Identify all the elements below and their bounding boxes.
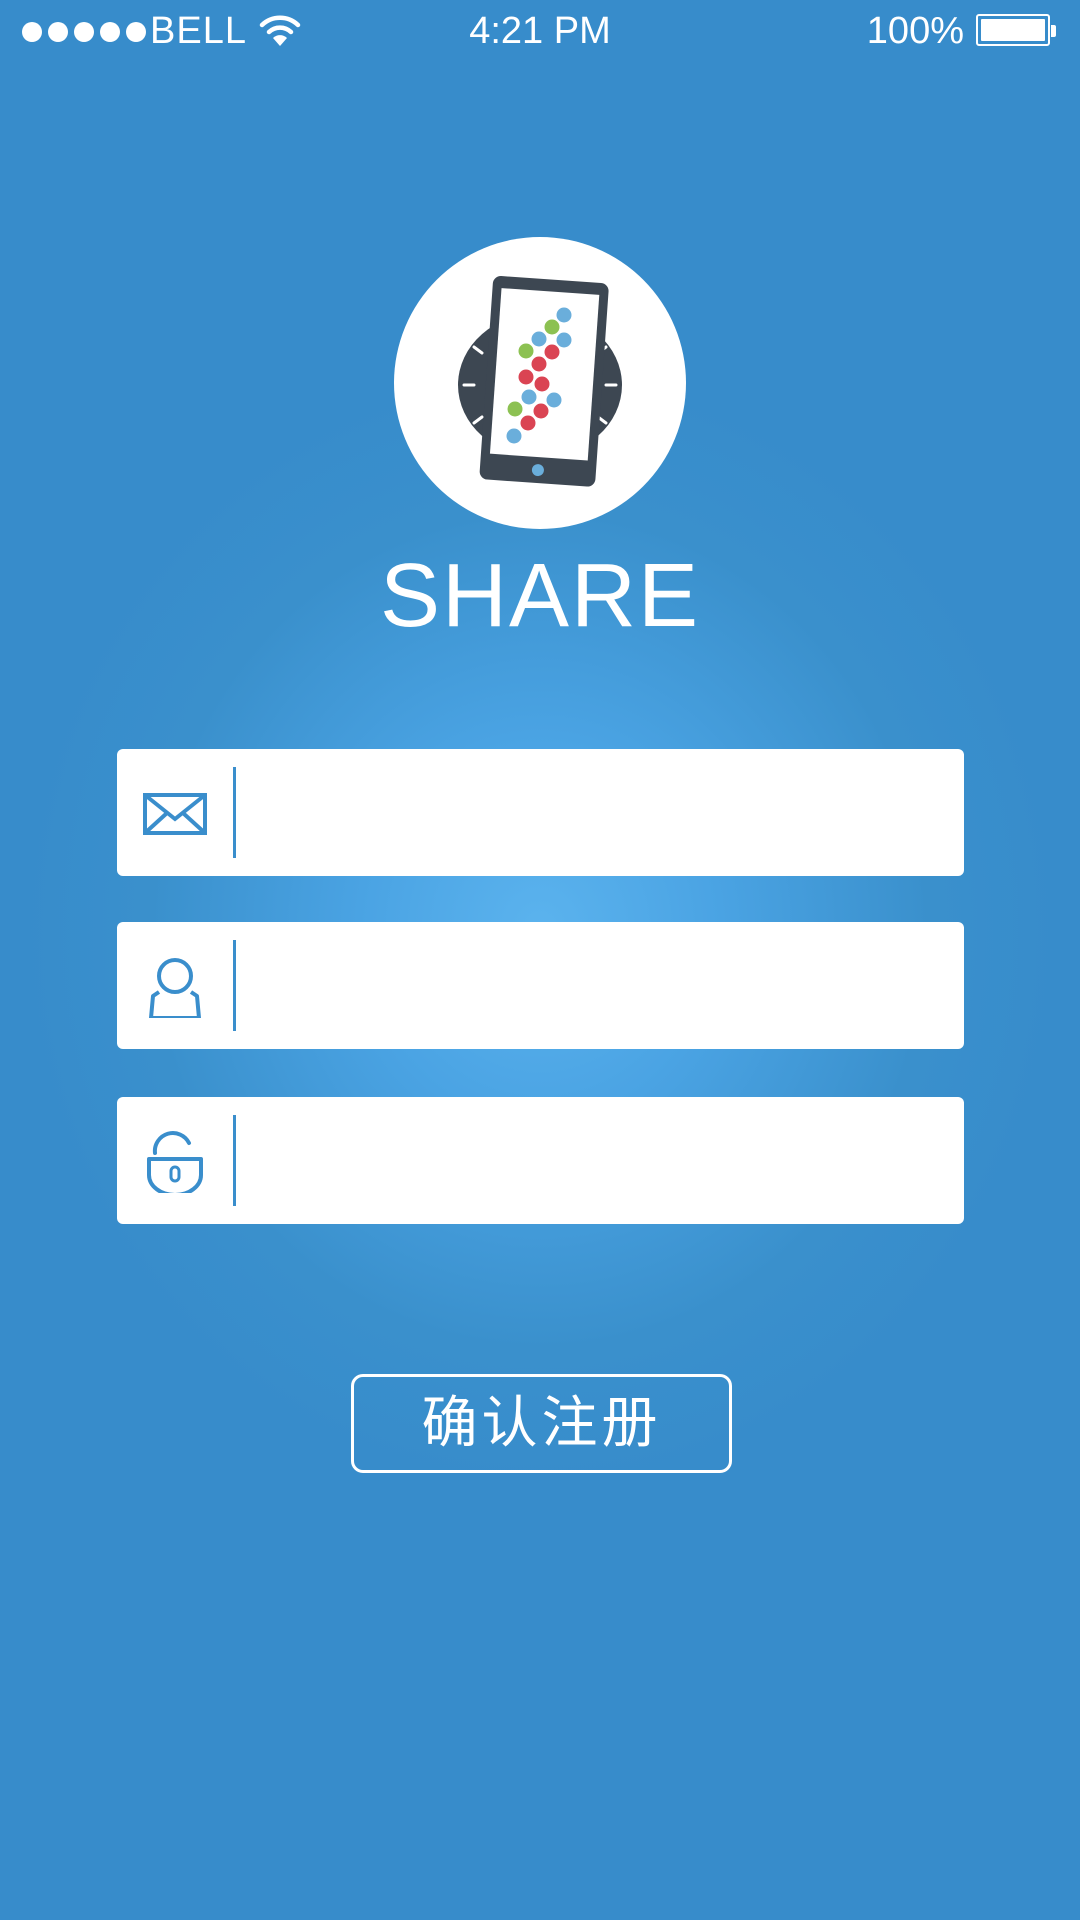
battery-percentage: 100% — [866, 10, 964, 52]
field-divider — [233, 1115, 236, 1206]
app-logo — [394, 237, 686, 529]
email-input[interactable] — [253, 749, 947, 878]
phone-logo-icon — [458, 276, 622, 487]
confirm-register-button[interactable]: 确认注册 — [351, 1374, 732, 1473]
status-bar: BELL 4:21 PM 100% — [0, 0, 1080, 64]
username-input[interactable] — [253, 922, 947, 1051]
battery-icon — [976, 14, 1056, 46]
username-field[interactable] — [117, 922, 964, 1051]
password-field[interactable] — [117, 1097, 964, 1226]
email-field[interactable] — [117, 749, 964, 878]
password-input[interactable] — [253, 1097, 947, 1226]
field-divider — [233, 940, 236, 1031]
app-name: SHARE — [379, 546, 701, 646]
user-icon — [149, 958, 201, 1018]
unlock-icon — [147, 1131, 203, 1193]
envelope-icon — [143, 793, 207, 835]
field-divider — [233, 767, 236, 858]
